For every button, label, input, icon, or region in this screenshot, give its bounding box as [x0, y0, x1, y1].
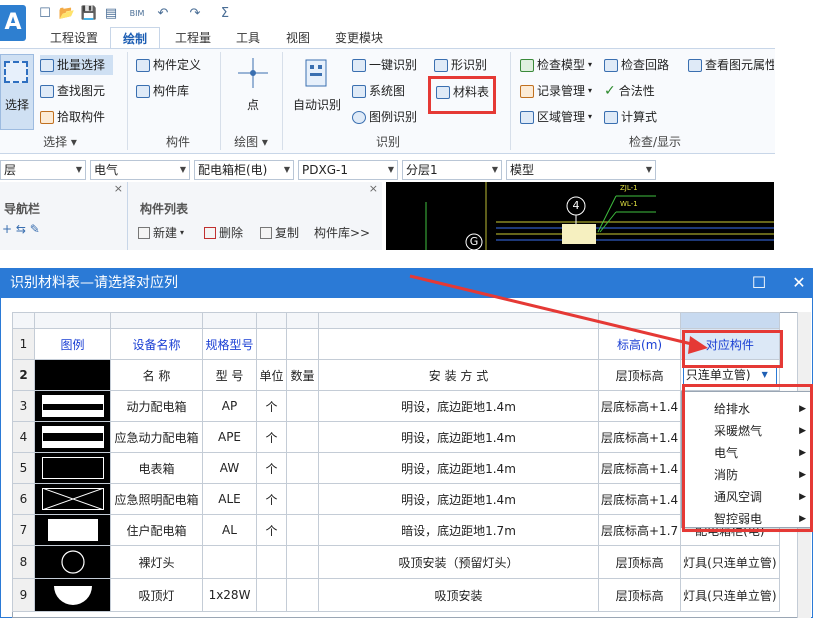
annotation-arrow: [409, 274, 708, 354]
